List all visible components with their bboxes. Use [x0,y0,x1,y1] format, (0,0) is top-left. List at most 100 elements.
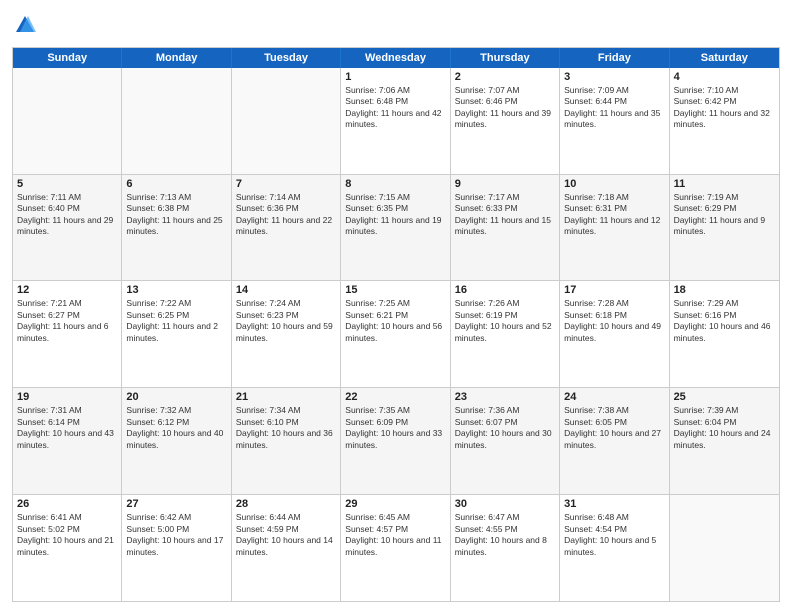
day-info: Sunrise: 7:38 AM Sunset: 6:05 PM Dayligh… [564,405,664,451]
day-cell-31: 31 Sunrise: 6:48 AM Sunset: 4:54 PM Dayli… [560,495,669,601]
day-info: Sunrise: 6:47 AM Sunset: 4:55 PM Dayligh… [455,512,555,558]
day-info: Sunrise: 7:35 AM Sunset: 6:09 PM Dayligh… [345,405,445,451]
day-cell-16: 16 Sunrise: 7:26 AM Sunset: 6:19 PM Dayli… [451,281,560,387]
day-info: Sunrise: 7:10 AM Sunset: 6:42 PM Dayligh… [674,85,775,131]
day-info: Sunrise: 7:07 AM Sunset: 6:46 PM Dayligh… [455,85,555,131]
day-cell-15: 15 Sunrise: 7:25 AM Sunset: 6:21 PM Dayli… [341,281,450,387]
day-cell-3: 3Sunrise: 7:09 AM Sunset: 6:44 PM Daylig… [560,68,669,174]
calendar: SundayMondayTuesdayWednesdayThursdayFrid… [12,47,780,602]
day-cell-27: 27 Sunrise: 6:42 AM Sunset: 5:00 PM Dayli… [122,495,231,601]
day-cell-22: 22 Sunrise: 7:35 AM Sunset: 6:09 PM Dayli… [341,388,450,494]
day-number: 8 [345,178,445,190]
empty-cell [122,68,231,174]
day-number: 2 [455,71,555,83]
day-cell-11: 11 Sunrise: 7:19 AM Sunset: 6:29 PM Dayli… [670,175,779,281]
header [12,10,780,41]
day-cell-9: 9 Sunrise: 7:17 AM Sunset: 6:33 PM Daylig… [451,175,560,281]
day-number: 6 [126,178,226,190]
day-cell-7: 7 Sunrise: 7:14 AM Sunset: 6:36 PM Daylig… [232,175,341,281]
day-number: 19 [17,391,117,403]
day-info: Sunrise: 6:42 AM Sunset: 5:00 PM Dayligh… [126,512,226,558]
day-number: 4 [674,71,775,83]
logo-icon [14,14,36,36]
day-number: 25 [674,391,775,403]
day-cell-26: 26 Sunrise: 6:41 AM Sunset: 5:02 PM Dayli… [13,495,122,601]
calendar-row-0: 1 Sunrise: 7:06 AM Sunset: 6:48 PM Daylig… [13,68,779,175]
header-day-thursday: Thursday [451,48,560,68]
day-cell-18: 18 Sunrise: 7:29 AM Sunset: 6:16 PM Dayli… [670,281,779,387]
day-number: 24 [564,391,664,403]
day-number: 31 [564,498,664,510]
day-info: Sunrise: 7:36 AM Sunset: 6:07 PM Dayligh… [455,405,555,451]
day-cell-19: 19 Sunrise: 7:31 AM Sunset: 6:14 PM Dayli… [13,388,122,494]
day-number: 17 [564,284,664,296]
day-info: Sunrise: 7:09 AM Sunset: 6:44 PM Dayligh… [564,85,664,131]
header-day-friday: Friday [560,48,669,68]
logo [12,14,36,41]
day-info: Sunrise: 7:21 AM Sunset: 6:27 PM Dayligh… [17,298,117,344]
day-info: Sunrise: 7:11 AM Sunset: 6:40 PM Dayligh… [17,192,117,238]
day-number: 22 [345,391,445,403]
day-info: Sunrise: 7:34 AM Sunset: 6:10 PM Dayligh… [236,405,336,451]
day-number: 27 [126,498,226,510]
day-info: Sunrise: 7:19 AM Sunset: 6:29 PM Dayligh… [674,192,775,238]
day-cell-4: 4 Sunrise: 7:10 AM Sunset: 6:42 PM Daylig… [670,68,779,174]
calendar-row-3: 19 Sunrise: 7:31 AM Sunset: 6:14 PM Dayli… [13,388,779,495]
day-number: 1 [345,71,445,83]
day-info: Sunrise: 6:48 AM Sunset: 4:54 PM Dayligh… [564,512,664,558]
day-cell-17: 17 Sunrise: 7:28 AM Sunset: 6:18 PM Dayli… [560,281,669,387]
day-cell-29: 29 Sunrise: 6:45 AM Sunset: 4:57 PM Dayli… [341,495,450,601]
day-number: 16 [455,284,555,296]
header-day-wednesday: Wednesday [341,48,450,68]
day-info: Sunrise: 7:39 AM Sunset: 6:04 PM Dayligh… [674,405,775,451]
day-info: Sunrise: 6:45 AM Sunset: 4:57 PM Dayligh… [345,512,445,558]
day-number: 12 [17,284,117,296]
day-info: Sunrise: 7:15 AM Sunset: 6:35 PM Dayligh… [345,192,445,238]
empty-cell [13,68,122,174]
calendar-body: 1 Sunrise: 7:06 AM Sunset: 6:48 PM Daylig… [13,68,779,601]
day-cell-21: 21 Sunrise: 7:34 AM Sunset: 6:10 PM Dayli… [232,388,341,494]
calendar-row-4: 26 Sunrise: 6:41 AM Sunset: 5:02 PM Dayli… [13,495,779,601]
day-cell-13: 13Sunrise: 7:22 AM Sunset: 6:25 PM Dayli… [122,281,231,387]
day-cell-12: 12 Sunrise: 7:21 AM Sunset: 6:27 PM Dayli… [13,281,122,387]
day-info: Sunrise: 7:17 AM Sunset: 6:33 PM Dayligh… [455,192,555,238]
day-number: 7 [236,178,336,190]
day-number: 21 [236,391,336,403]
calendar-row-1: 5 Sunrise: 7:11 AM Sunset: 6:40 PM Daylig… [13,175,779,282]
day-cell-20: 20Sunrise: 7:32 AM Sunset: 6:12 PM Dayli… [122,388,231,494]
day-info: Sunrise: 7:14 AM Sunset: 6:36 PM Dayligh… [236,192,336,238]
day-info: Sunrise: 7:32 AM Sunset: 6:12 PM Dayligh… [126,405,226,451]
day-cell-1: 1 Sunrise: 7:06 AM Sunset: 6:48 PM Daylig… [341,68,450,174]
day-info: Sunrise: 6:41 AM Sunset: 5:02 PM Dayligh… [17,512,117,558]
day-number: 5 [17,178,117,190]
day-number: 26 [17,498,117,510]
day-info: Sunrise: 7:06 AM Sunset: 6:48 PM Dayligh… [345,85,445,131]
day-info: Sunrise: 7:29 AM Sunset: 6:16 PM Dayligh… [674,298,775,344]
day-number: 11 [674,178,775,190]
header-day-saturday: Saturday [670,48,779,68]
day-number: 15 [345,284,445,296]
calendar-row-2: 12 Sunrise: 7:21 AM Sunset: 6:27 PM Dayli… [13,281,779,388]
day-cell-28: 28 Sunrise: 6:44 AM Sunset: 4:59 PM Dayli… [232,495,341,601]
day-cell-2: 2 Sunrise: 7:07 AM Sunset: 6:46 PM Daylig… [451,68,560,174]
empty-cell [232,68,341,174]
day-cell-30: 30 Sunrise: 6:47 AM Sunset: 4:55 PM Dayli… [451,495,560,601]
empty-cell [670,495,779,601]
day-info: Sunrise: 7:31 AM Sunset: 6:14 PM Dayligh… [17,405,117,451]
day-info: Sunrise: 7:25 AM Sunset: 6:21 PM Dayligh… [345,298,445,344]
day-info: Sunrise: 7:24 AM Sunset: 6:23 PM Dayligh… [236,298,336,344]
day-info: Sunrise: 6:44 AM Sunset: 4:59 PM Dayligh… [236,512,336,558]
day-number: 13 [126,284,226,296]
header-day-tuesday: Tuesday [232,48,341,68]
day-info: Sunrise: 7:18 AM Sunset: 6:31 PM Dayligh… [564,192,664,238]
day-cell-8: 8 Sunrise: 7:15 AM Sunset: 6:35 PM Daylig… [341,175,450,281]
day-number: 18 [674,284,775,296]
header-day-monday: Monday [122,48,231,68]
day-info: Sunrise: 7:28 AM Sunset: 6:18 PM Dayligh… [564,298,664,344]
day-number: 28 [236,498,336,510]
day-cell-6: 6Sunrise: 7:13 AM Sunset: 6:38 PM Daylig… [122,175,231,281]
day-number: 9 [455,178,555,190]
day-number: 30 [455,498,555,510]
day-info: Sunrise: 7:26 AM Sunset: 6:19 PM Dayligh… [455,298,555,344]
day-number: 29 [345,498,445,510]
